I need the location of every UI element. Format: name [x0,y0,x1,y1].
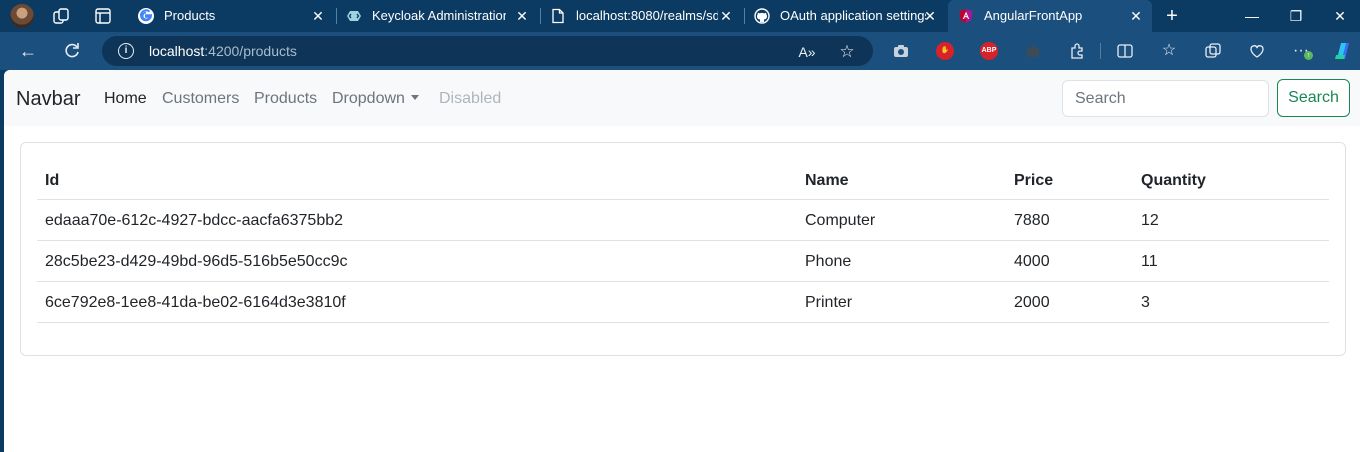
update-badge-icon: ↑ [1304,51,1313,60]
cell-id: 28c5be23-d429-49bd-96d5-516b5e50cc9c [45,253,348,270]
nav-link-dropdown[interactable]: Dropdown [332,89,419,109]
dropdown-label: Dropdown [332,90,405,107]
header-price: Price [1014,172,1054,189]
cell-name: Phone [805,253,852,270]
table-header-row: Id Name Price Quantity [37,159,1329,200]
header-quantity: Quantity [1141,172,1206,189]
page-viewport: Navbar Home Customers Products Dropdown … [4,70,1360,452]
cell-name: Printer [805,294,853,311]
cell-id: 6ce792e8-1ee8-41da-be02-6164d3e3810f [45,294,346,311]
products-card: Id Name Price Quantity edaaa70e-612c-492… [20,142,1346,356]
copilot-icon[interactable] [1332,40,1354,62]
extensions-puzzle-icon[interactable] [1068,42,1086,60]
browser-essentials-icon[interactable] [1248,42,1266,60]
navbar-brand[interactable]: Navbar [16,87,80,111]
nav-link-home[interactable]: Home [104,89,147,109]
github-icon [754,8,770,24]
close-tab-icon[interactable]: ✕ [514,8,530,24]
cell-price: 2000 [1014,294,1050,311]
cell-quantity: 3 [1141,294,1150,311]
refresh-icon[interactable] [62,41,82,61]
cell-name: Computer [805,212,876,229]
browser-tab-oauth-settings[interactable]: OAuth application settings ✕ [744,0,946,32]
favorite-star-icon[interactable]: ☆ [838,43,856,61]
navbar: Navbar Home Customers Products Dropdown … [4,70,1360,126]
address-bar[interactable]: i localhost:4200/products A» ☆ [102,36,873,66]
browser-tab-localhost-realms[interactable]: localhost:8080/realms/sdia ✕ [540,0,742,32]
tab-title: AngularFrontApp [984,8,1083,23]
back-icon[interactable]: ← [18,41,38,61]
angular-icon [959,9,973,23]
close-window-icon[interactable]: ✕ [1330,6,1350,26]
keycloak-icon [347,11,361,21]
browser-tab-angular-front-app[interactable]: AngularFrontApp ✕ [948,0,1152,32]
browser-tab-keycloak[interactable]: Keycloak Administration U ✕ [336,0,538,32]
tab-actions-icon[interactable] [94,7,112,25]
close-tab-icon[interactable]: ✕ [718,8,734,24]
profile-avatar[interactable] [10,4,34,28]
nav-link-disabled: Disabled [439,90,502,107]
close-tab-icon[interactable]: ✕ [922,8,938,24]
cell-quantity: 11 [1141,253,1158,270]
tab-title: Products [164,8,216,23]
tab-title: Keycloak Administration U [372,8,506,23]
adblock-plus-icon[interactable]: ABP [980,42,998,60]
products-table: Id Name Price Quantity edaaa70e-612c-492… [37,159,1329,323]
url-path: :4200/products [204,43,297,59]
cell-id: edaaa70e-612c-4927-bdcc-aacfa6375bb2 [45,212,344,229]
url-text[interactable]: localhost:4200/products [149,43,297,59]
cell-quantity: 12 [1141,212,1159,229]
toolbar-divider [1100,43,1101,59]
caret-down-icon [410,95,419,100]
header-id: Id [45,172,60,189]
browser-tab-strip: Products ✕ Keycloak Administration U ✕ l… [0,0,1360,32]
search-input[interactable] [1062,80,1269,117]
google-icon [138,8,154,24]
camera-icon[interactable] [892,42,910,60]
nav-link-products[interactable]: Products [254,89,317,109]
header-name: Name [805,172,849,189]
robot-extension-icon[interactable] [1024,42,1042,60]
url-host: localhost [149,43,205,59]
browser-toolbar: ← i localhost:4200/products A» ☆ ✋ ABP ☆… [0,32,1360,70]
tab-title: OAuth application settings [780,8,926,23]
site-info-icon[interactable]: i [118,43,134,59]
ublock-hand-icon[interactable]: ✋ [936,42,954,60]
nav-link-customers[interactable]: Customers [162,89,239,109]
document-icon [552,8,564,24]
favorites-icon[interactable]: ☆ [1160,42,1178,60]
cell-price: 7880 [1014,212,1050,229]
tab-title: localhost:8080/realms/sdia [576,8,718,23]
workspaces-icon[interactable] [52,7,70,25]
close-tab-icon[interactable]: ✕ [310,8,326,24]
minimize-icon[interactable]: — [1242,6,1262,26]
new-tab-icon[interactable]: + [1162,6,1182,26]
read-aloud-icon[interactable]: A» [798,43,816,61]
close-tab-icon[interactable]: ✕ [1128,8,1144,24]
table-row: edaaa70e-612c-4927-bdcc-aacfa6375bb2 Com… [37,200,1329,241]
cell-price: 4000 [1014,253,1050,270]
browser-tab-products[interactable]: Products ✕ [128,0,334,32]
restore-icon[interactable]: ❐ [1286,6,1306,26]
search-button[interactable]: Search [1277,79,1350,117]
table-row: 28c5be23-d429-49bd-96d5-516b5e50cc9c Pho… [37,241,1329,282]
collections-icon[interactable] [1204,42,1222,60]
split-screen-icon[interactable] [1116,42,1134,60]
table-row: 6ce792e8-1ee8-41da-be02-6164d3e3810f Pri… [37,282,1329,323]
